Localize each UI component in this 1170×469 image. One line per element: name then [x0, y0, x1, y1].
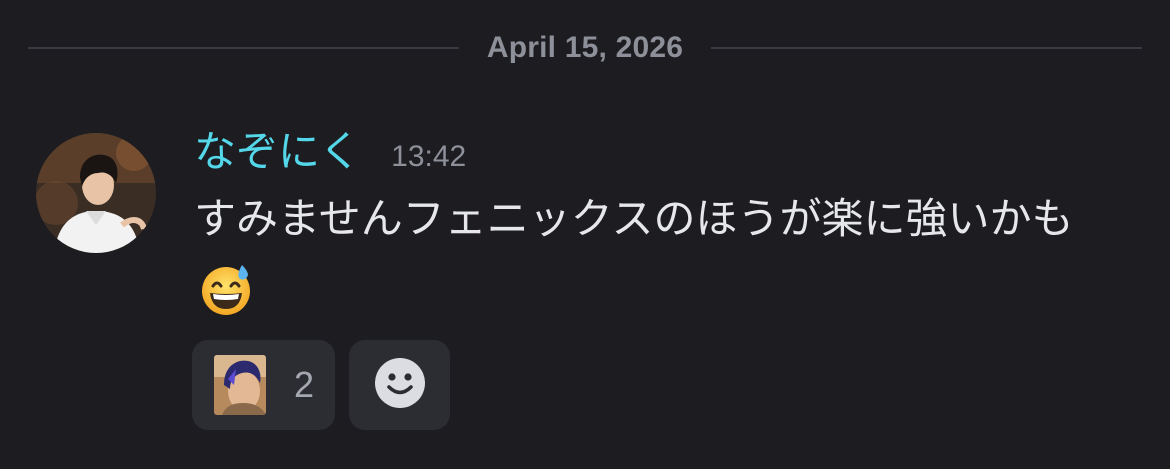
reactions-bar: 2	[192, 340, 450, 430]
message-timestamp: 13:42	[391, 140, 467, 173]
date-divider: April 15, 2026	[28, 28, 1142, 68]
add-reaction-button[interactable]	[349, 340, 450, 430]
message-text: すみませんフェニックスのほうが楽に強いかも	[194, 194, 1074, 243]
smiley-face-icon	[373, 356, 427, 414]
grinning-face-with-sweat-icon	[198, 261, 254, 317]
reaction-count: 2	[294, 364, 315, 405]
divider-line-left	[28, 47, 459, 49]
message-header: なぞにく 13:42	[194, 124, 466, 180]
divider-line-right	[711, 47, 1142, 49]
username[interactable]: なぞにく	[194, 124, 361, 180]
user-avatar[interactable]	[36, 133, 156, 253]
message-content: すみませんフェニックスのほうが楽に強いかも	[194, 182, 1124, 330]
avatar-image	[36, 133, 156, 253]
date-divider-label: April 15, 2026	[486, 31, 684, 64]
custom-avatar-emoji-icon	[214, 355, 266, 415]
reaction-pill[interactable]: 2	[192, 340, 335, 430]
